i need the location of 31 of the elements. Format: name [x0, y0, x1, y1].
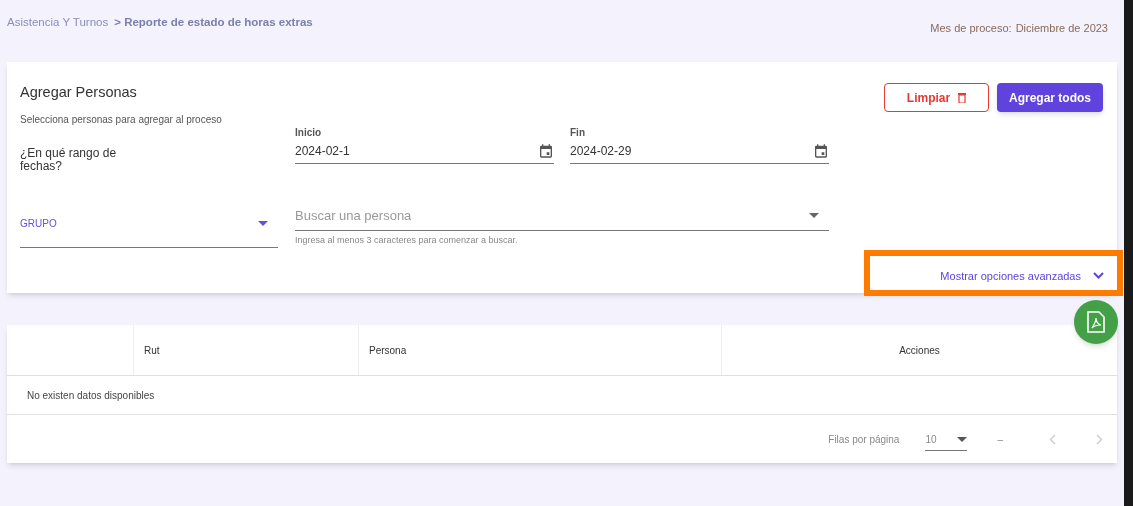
column-header: Persona — [359, 325, 722, 375]
empty-message: No existen datos disponibles — [27, 388, 155, 403]
caret-icon[interactable] — [809, 213, 819, 218]
column-header: Rut — [134, 325, 359, 375]
calendar-icon[interactable] — [538, 142, 554, 159]
add-all-button[interactable]: Agregar todos — [997, 83, 1103, 112]
field-label: Fin — [570, 125, 586, 140]
card-subtitle: Selecciona personas para agregar al proceso — [20, 112, 222, 127]
page-range: – — [997, 432, 1003, 447]
clear-button[interactable]: Limpiar — [884, 83, 989, 112]
process-month-value: Diciembre de 2023 — [1015, 21, 1108, 36]
advanced-options-button[interactable]: Mostrar opciones avanzadas — [940, 267, 1104, 284]
pdf-button[interactable] — [1074, 300, 1118, 344]
range-label: ¿En qué rango de fechas? — [20, 146, 118, 173]
process-month-label: Mes de proceso: — [930, 21, 1012, 36]
rows-per-page-label: Filas por página — [828, 432, 900, 447]
breadcrumb-current: > Reporte de estado de horas extras — [114, 15, 313, 30]
caret-icon[interactable] — [258, 220, 268, 226]
card-title: Agregar Personas — [20, 83, 138, 102]
date-field[interactable]: 2024-02-29 — [570, 141, 829, 164]
pdf-icon — [1087, 311, 1105, 333]
rows-per-page-select[interactable]: 10 — [925, 432, 968, 451]
group-select[interactable]: GRUPO — [20, 205, 278, 248]
chevron-down-icon — [1093, 272, 1104, 280]
date-field[interactable]: 2024-02-1 — [295, 141, 554, 164]
field-label: Inicio — [295, 125, 323, 140]
calendar-icon[interactable] — [813, 142, 829, 159]
column-header: Acciones — [898, 343, 941, 358]
trash-icon — [958, 92, 967, 103]
search-hint: Ingresa al menos 3 caracteres para comenzar a buscar. — [295, 234, 519, 248]
caret-icon[interactable] — [957, 437, 968, 442]
